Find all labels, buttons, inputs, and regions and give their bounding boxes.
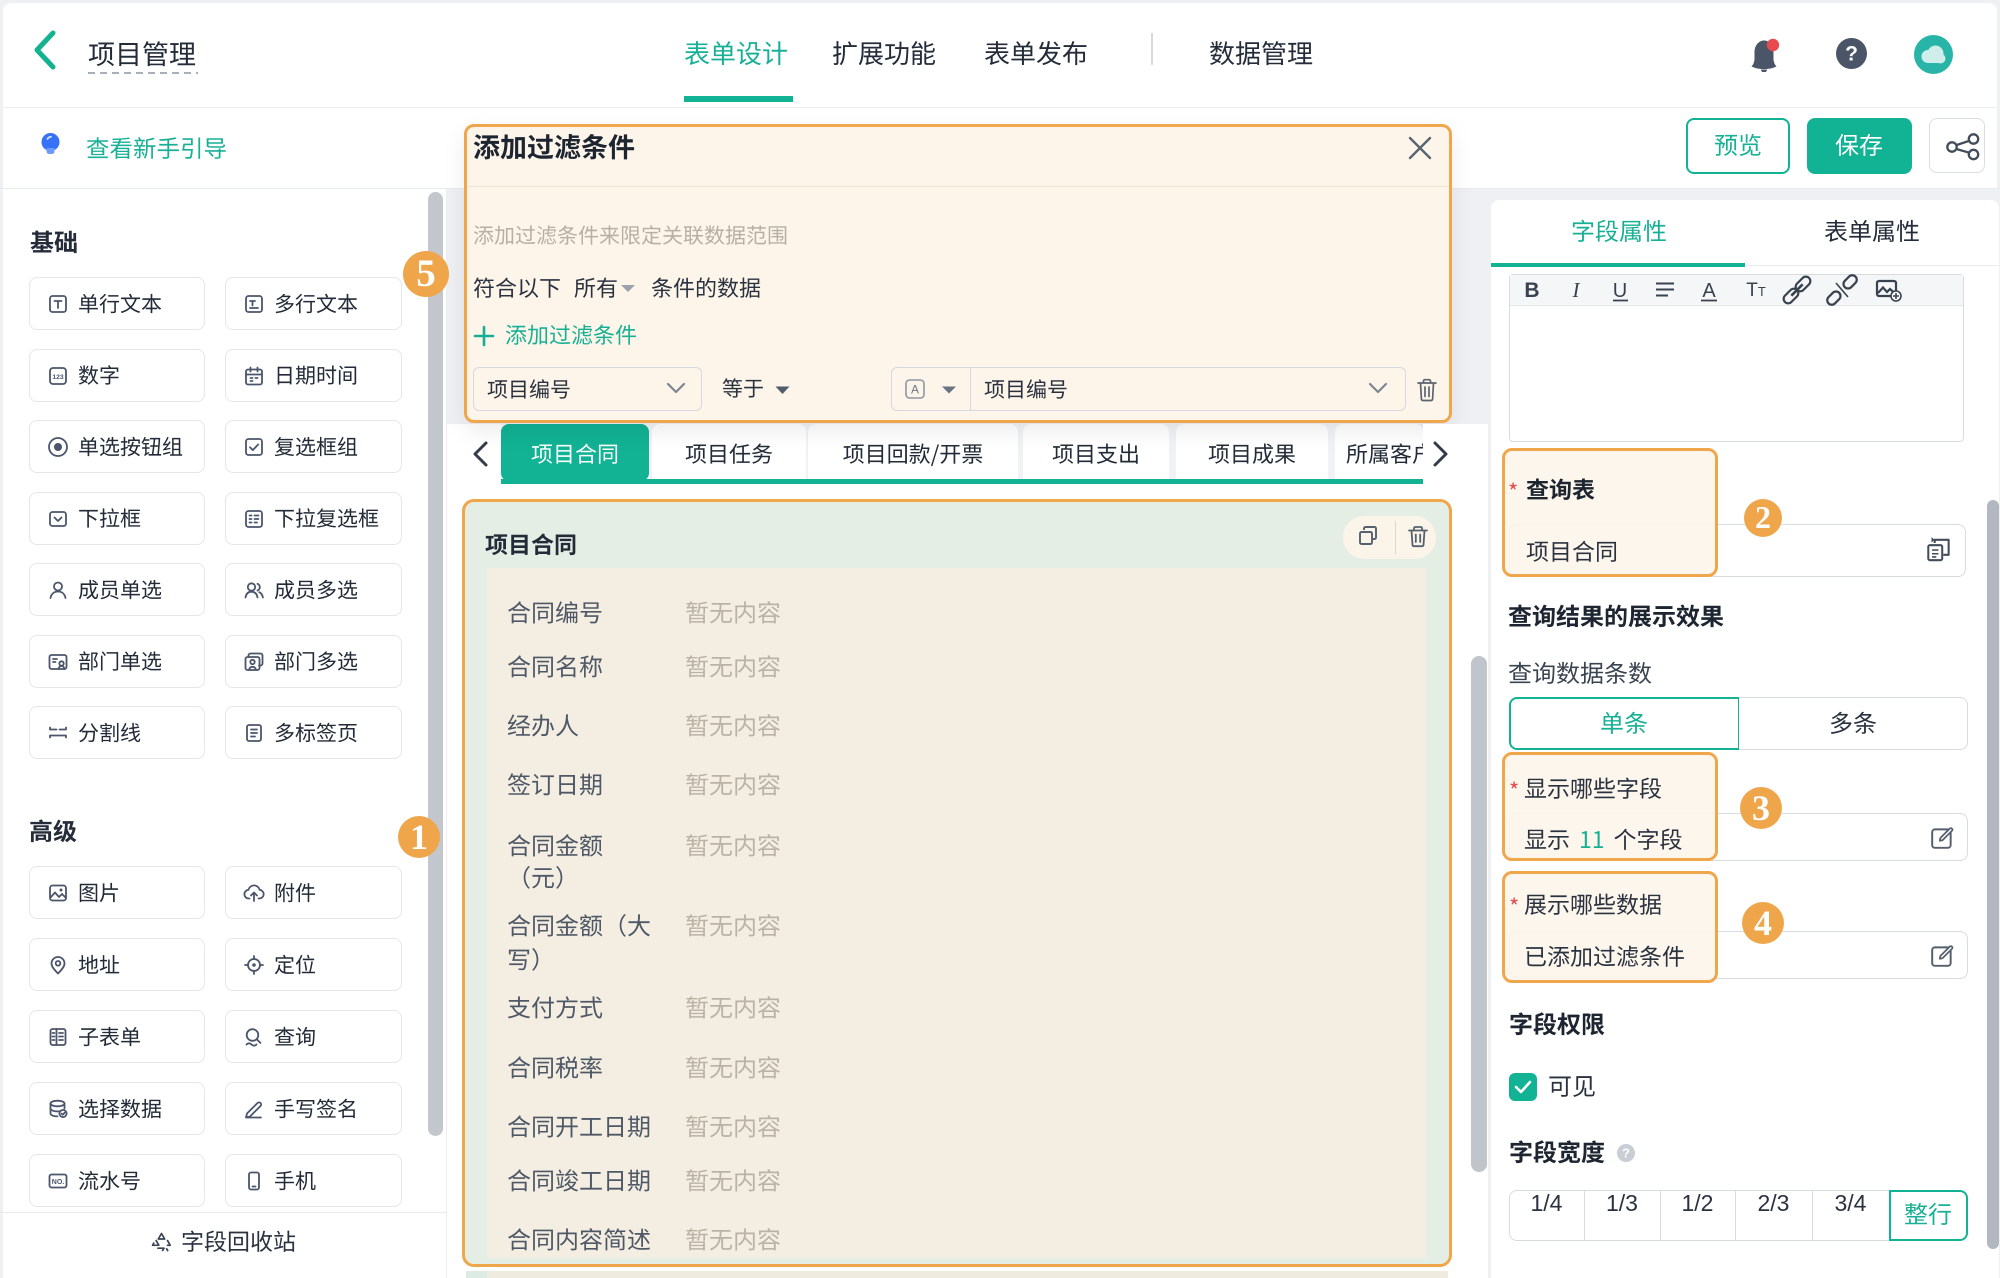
svg-text:NO.: NO. xyxy=(52,1179,65,1186)
svg-text:A: A xyxy=(1702,280,1716,302)
svg-text:B: B xyxy=(1524,279,1539,302)
svg-text:I: I xyxy=(1572,278,1581,302)
svg-text:U: U xyxy=(1613,280,1627,302)
svg-text:TT: TT xyxy=(1746,280,1766,301)
svg-text:A: A xyxy=(911,383,919,397)
svg-text:123: 123 xyxy=(52,373,64,380)
svg-text:?: ? xyxy=(1845,43,1858,66)
svg-text:?: ? xyxy=(1622,1146,1630,1161)
